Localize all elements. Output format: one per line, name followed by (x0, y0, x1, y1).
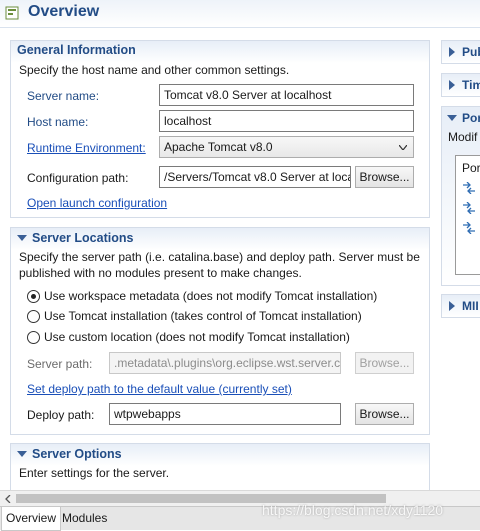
deploy-path-field[interactable]: wtpwebapps (109, 403, 341, 425)
radio-tomcat-installation[interactable] (27, 310, 40, 323)
set-deploy-path-link[interactable]: Set deploy path to the default value (cu… (27, 382, 292, 396)
section-title-server-options: Server Options (32, 447, 122, 461)
server-name-field[interactable]: Tomcat v8.0 Server at localhost (159, 84, 414, 106)
collapse-icon[interactable] (17, 451, 27, 457)
server-locations-section: Server Locations Specify the server path… (10, 227, 430, 435)
host-name-label: Host name: (27, 115, 89, 129)
server-path-label: Server path: (27, 357, 93, 371)
deploy-path-label: Deploy path: (27, 408, 95, 422)
overview-icon (5, 6, 19, 20)
configuration-browse-button[interactable]: Browse... (355, 166, 414, 188)
server-path-field[interactable]: .metadata\.plugins\org.eclipse.wst.serve… (109, 352, 341, 374)
timeouts-section[interactable]: Tim (441, 73, 480, 97)
publishing-section[interactable]: Pub (441, 40, 480, 64)
expand-icon[interactable] (449, 47, 455, 57)
editor-header: Overview (0, 0, 480, 28)
section-title-publishing: Pub (462, 45, 480, 59)
section-title-server-locations: Server Locations (32, 231, 134, 245)
scroll-left-icon[interactable] (4, 495, 12, 503)
port-icon (463, 202, 475, 214)
ports-section: Por Modif Por (441, 106, 480, 286)
expand-icon[interactable] (449, 80, 455, 90)
radio-custom-location[interactable] (27, 331, 40, 344)
server-options-section: Server Options Enter settings for the se… (10, 443, 430, 493)
port-icon (463, 222, 475, 234)
ports-description: Modif (448, 130, 478, 144)
open-launch-configuration-link[interactable]: Open launch configuration (27, 196, 167, 210)
expand-icon[interactable] (449, 301, 455, 311)
radio-tomcat-label: Use Tomcat installation (takes control o… (44, 309, 362, 323)
port-icon (463, 182, 475, 194)
host-name-field[interactable]: localhost (159, 110, 414, 132)
mime-section[interactable]: MII (441, 294, 480, 318)
ports-table[interactable]: Por (455, 155, 480, 275)
runtime-environment-select[interactable]: Apache Tomcat v8.0 (159, 136, 414, 158)
configuration-path-label: Configuration path: (27, 171, 129, 185)
general-description: Specify the host name and other common s… (19, 63, 290, 77)
radio-custom-label: Use custom location (does not modify Tom… (44, 330, 350, 344)
page-title: Overview (28, 3, 100, 20)
runtime-environment-link[interactable]: Runtime Environment: (27, 141, 146, 155)
radio-workspace-label: Use workspace metadata (does not modify … (44, 289, 378, 303)
deploy-path-browse-button[interactable]: Browse... (355, 403, 414, 425)
section-title-general: General Information (17, 43, 136, 57)
tab-overview[interactable]: Overview (1, 507, 62, 531)
general-information-section: General Information Specify the host nam… (10, 40, 430, 218)
server-locations-description-line1: Specify the server path (i.e. catalina.b… (19, 250, 420, 264)
server-options-description: Enter settings for the server. (19, 466, 170, 480)
runtime-environment-value: Apache Tomcat v8.0 (164, 140, 273, 154)
chevron-down-icon (399, 145, 407, 150)
collapse-icon[interactable] (17, 235, 27, 241)
section-title-ports: Por (462, 111, 480, 125)
configuration-path-field[interactable]: /Servers/Tomcat v8.0 Server at loca (159, 166, 351, 188)
collapse-icon[interactable] (447, 115, 457, 121)
radio-workspace-metadata[interactable] (27, 290, 40, 303)
watermark-text: https://blog.csdn.net/xdy1120 (262, 502, 444, 518)
section-title-timeouts: Tim (462, 78, 480, 92)
ports-table-header: Por (462, 161, 480, 175)
tab-modules[interactable]: Modules (58, 507, 111, 531)
server-name-label: Server name: (27, 89, 100, 103)
server-path-browse-button[interactable]: Browse... (355, 352, 414, 374)
section-title-mime: MII (462, 299, 479, 313)
server-locations-description-line2: published with no modules present to mak… (19, 266, 302, 280)
